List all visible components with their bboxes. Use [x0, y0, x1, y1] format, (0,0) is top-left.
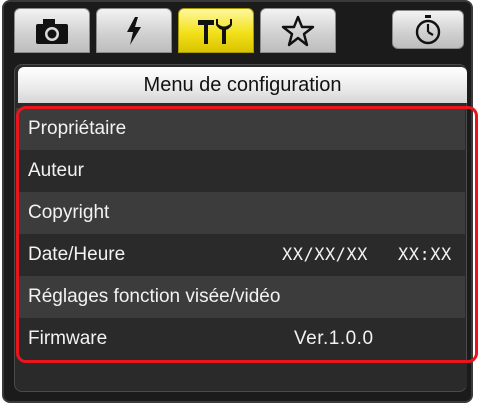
menu-title: Menu de configuration — [18, 67, 467, 103]
empty-row — [18, 362, 467, 388]
firmware-version: Ver.1.0.0 — [294, 328, 374, 349]
menu-item-label: Date/Heure — [28, 244, 126, 265]
menu-list: Propriétaire Auteur Copyright Date/Heure… — [16, 108, 465, 360]
menu-item-label: Réglages fonction visée/vidéo — [28, 286, 281, 307]
time-value: XX:XX — [398, 245, 452, 265]
menu-item-label: Auteur — [28, 160, 84, 181]
tab-setup[interactable] — [178, 8, 254, 53]
camera-icon — [36, 18, 68, 44]
stopwatch-icon — [415, 14, 441, 44]
menu-item-author[interactable]: Auteur — [16, 150, 465, 192]
menu-item-copyright[interactable]: Copyright — [16, 192, 465, 234]
menu-item-label: Copyright — [28, 202, 110, 223]
flash-icon — [127, 16, 141, 45]
menu-item-label: Propriétaire — [28, 118, 127, 139]
date-value: XX/XX/XX — [282, 245, 368, 265]
wrench-icon — [198, 18, 232, 44]
menu-item-date-time[interactable]: Date/Heure XX/XX/XX XX:XX — [16, 234, 465, 276]
menu-item-owner[interactable]: Propriétaire — [16, 108, 465, 150]
menu-item-label: Firmware — [28, 328, 108, 349]
tab-flash[interactable] — [96, 8, 172, 53]
menu-item-shooting-settings[interactable]: Réglages fonction visée/vidéo — [16, 276, 465, 318]
star-icon — [281, 15, 315, 46]
tab-timer[interactable] — [392, 10, 464, 49]
camera-settings-screen: Menu de configuration Propriétaire Auteu… — [0, 0, 479, 405]
tab-my-menu[interactable] — [260, 8, 336, 53]
menu-item-firmware[interactable]: Firmware Ver.1.0.0 — [16, 318, 465, 360]
tab-camera[interactable] — [14, 8, 90, 53]
